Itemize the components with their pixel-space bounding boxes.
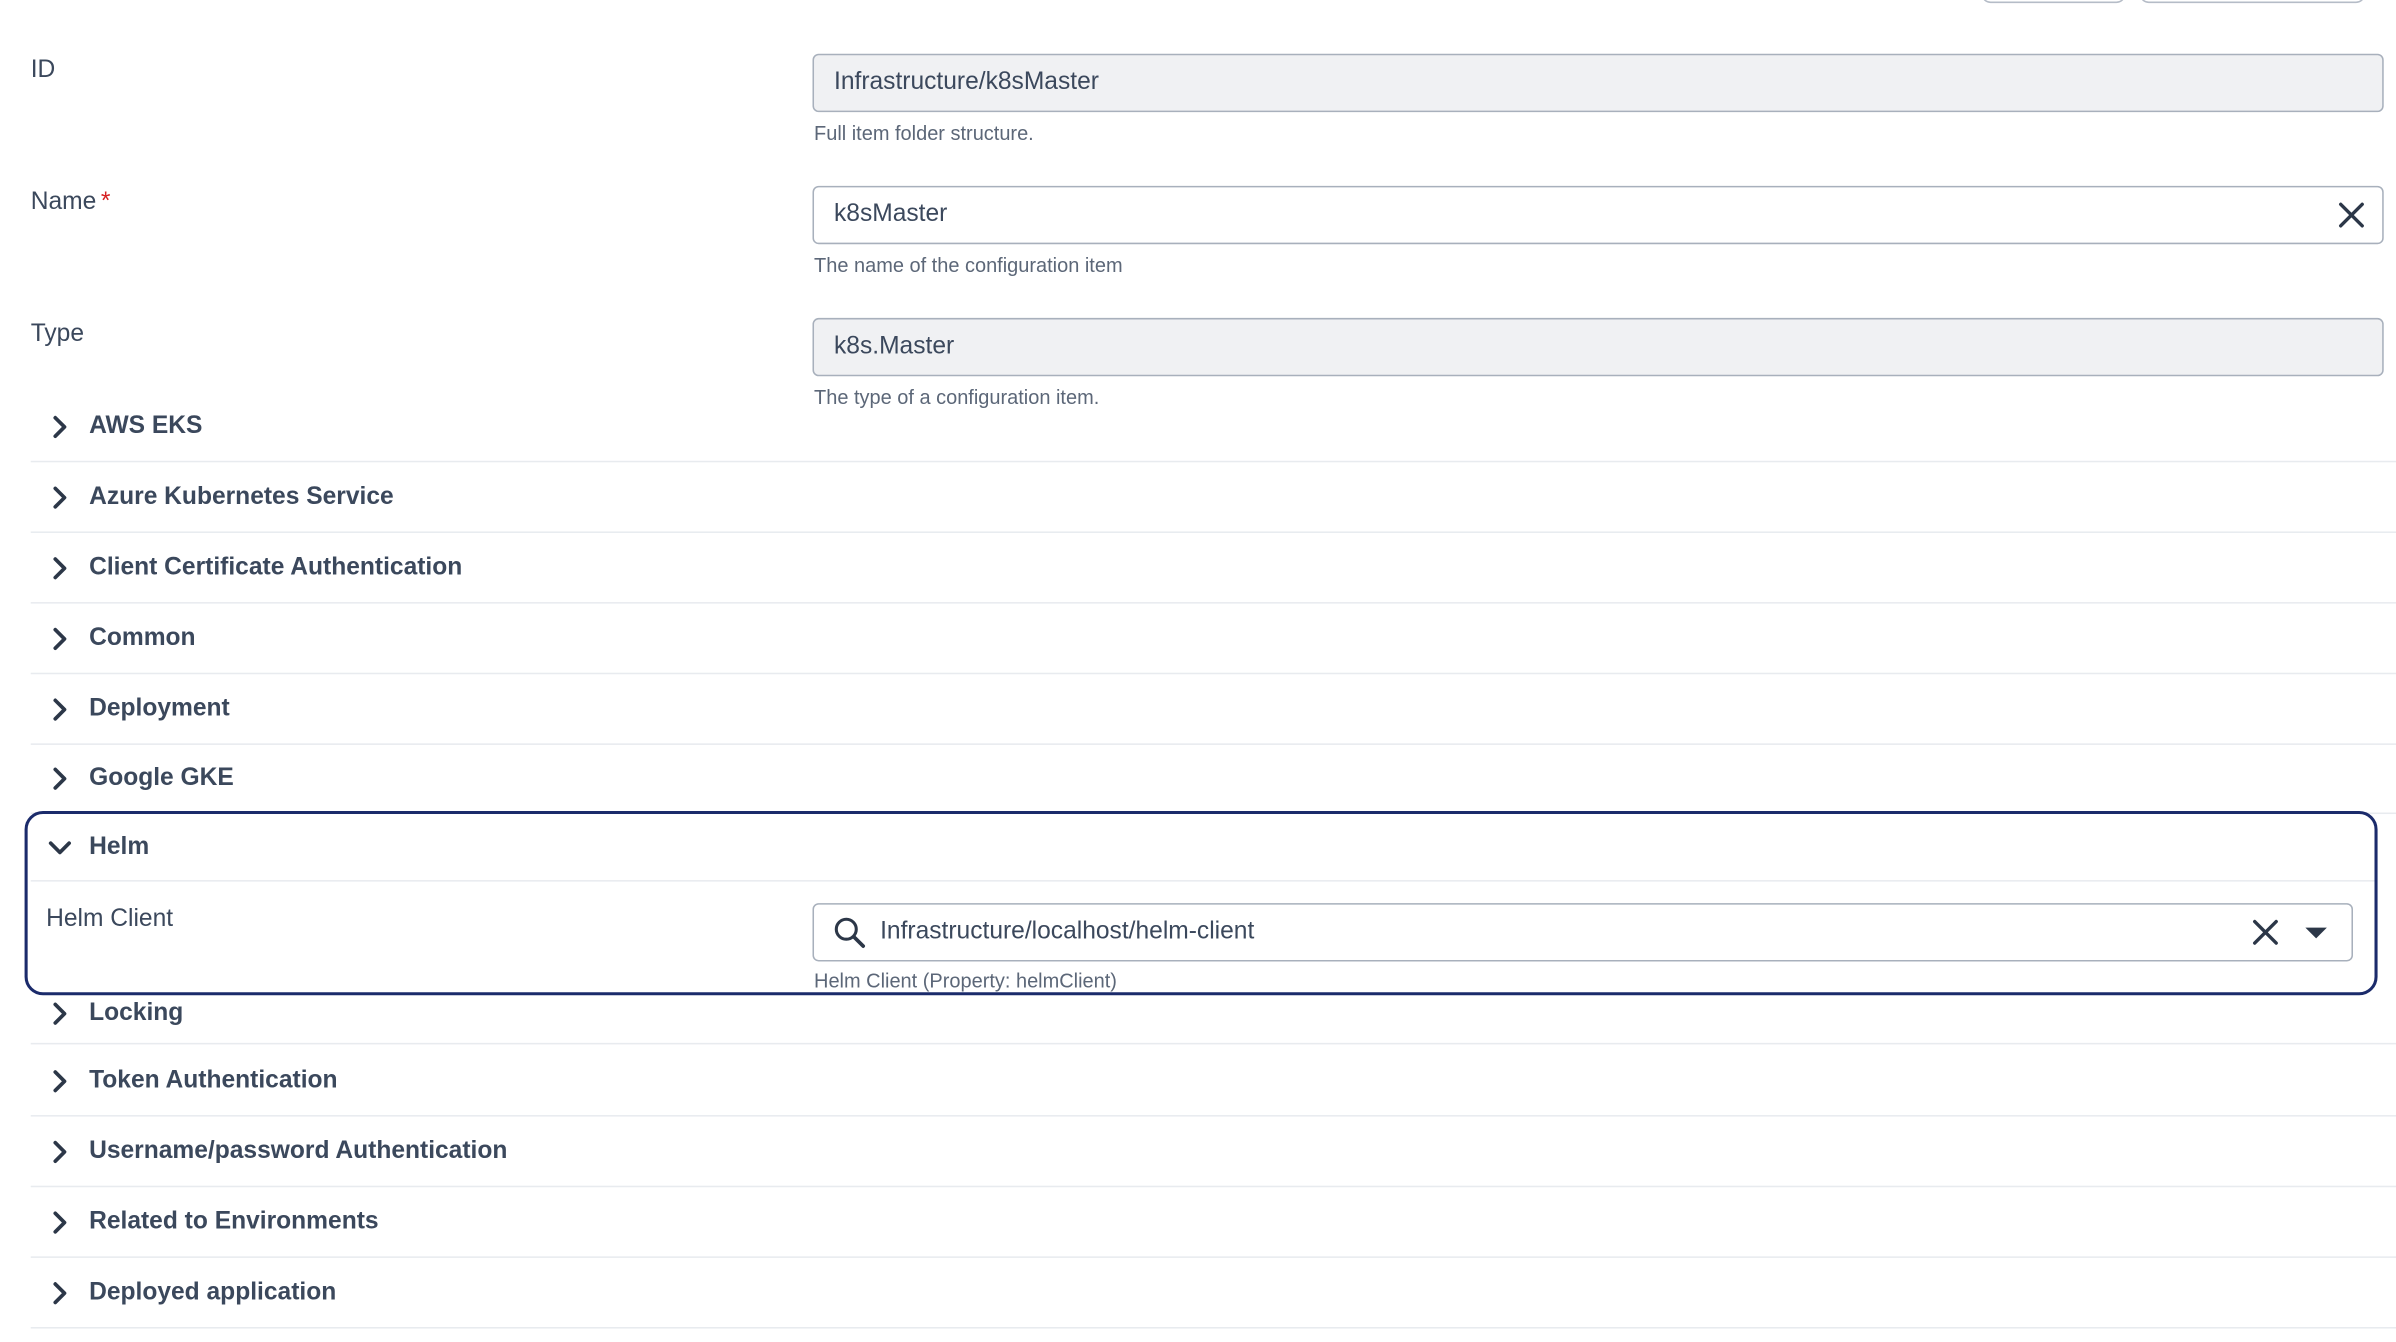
chevron-right-icon xyxy=(53,486,67,509)
id-value: Infrastructure/k8sMaster xyxy=(833,69,1099,96)
close-icon[interactable] xyxy=(2336,200,2367,231)
ci-properties-page: ID Infrastructure/k8sMaster Full item fo… xyxy=(0,0,2396,1342)
section-deployed-application[interactable]: Deployed application xyxy=(30,1259,2396,1329)
name-value: k8sMaster xyxy=(833,201,948,228)
section-client-certificate-authentication[interactable]: Client Certificate Authentication xyxy=(30,534,2396,604)
name-label: Name * xyxy=(31,189,111,217)
section-token-authentication[interactable]: Token Authentication xyxy=(30,1047,2396,1117)
section-title: Helm xyxy=(89,833,150,860)
name-input[interactable]: k8sMaster xyxy=(812,185,2384,245)
chevron-right-icon xyxy=(53,698,67,721)
id-label: ID xyxy=(30,56,56,83)
section-title: Common xyxy=(89,625,196,652)
section-title: Username/password Authentication xyxy=(89,1138,508,1165)
id-input: Infrastructure/k8sMaster xyxy=(812,53,2384,113)
chevron-right-icon xyxy=(53,1282,67,1305)
section-title: Locking xyxy=(89,999,184,1026)
chevron-right-icon xyxy=(53,1140,67,1163)
id-helper-text: Full item folder structure. xyxy=(814,121,1034,145)
type-input: k8s.Master xyxy=(812,317,2384,377)
section-username-password-authentication[interactable]: Username/password Authentication xyxy=(30,1118,2396,1188)
id-field-row: ID Infrastructure/k8sMaster Full item fo… xyxy=(30,53,2384,146)
required-mark: * xyxy=(100,188,111,216)
section-title: Client Certificate Authentication xyxy=(89,554,463,581)
section-title: Token Authentication xyxy=(89,1067,338,1094)
caret-down-icon[interactable] xyxy=(2302,918,2330,946)
section-helm[interactable]: Helm xyxy=(30,814,2375,882)
close-icon[interactable] xyxy=(2250,917,2281,948)
section-title: Azure Kubernetes Service xyxy=(89,483,394,510)
type-label: Type xyxy=(30,321,84,348)
search-icon xyxy=(834,917,866,948)
section-google-gke[interactable]: Google GKE xyxy=(30,745,2396,815)
section-title: Deployed application xyxy=(89,1279,337,1306)
section-title: Related to Environments xyxy=(89,1208,379,1235)
section-related-to-environments[interactable]: Related to Environments xyxy=(30,1189,2396,1258)
chevron-right-icon xyxy=(53,415,67,439)
helm-client-autocomplete[interactable]: Infrastructure/localhost/helm-client xyxy=(812,903,2353,962)
section-aws-eks[interactable]: AWS EKS xyxy=(30,393,2396,463)
chevron-right-icon xyxy=(53,557,67,580)
section-common[interactable]: Common xyxy=(30,605,2396,675)
helm-client-label: Helm Client xyxy=(46,906,174,933)
top-action-button-1[interactable] xyxy=(1981,0,2126,4)
top-action-button-2[interactable] xyxy=(2139,0,2366,4)
name-helper-text: The name of the configuration item xyxy=(814,253,1123,277)
name-label-text: Name xyxy=(30,188,97,216)
section-locking[interactable]: Locking xyxy=(30,977,2396,1045)
chevron-right-icon xyxy=(53,1211,67,1234)
section-azure-kubernetes-service[interactable]: Azure Kubernetes Service xyxy=(30,464,2396,533)
section-title: AWS EKS xyxy=(89,413,203,440)
section-deployment[interactable]: Deployment xyxy=(30,676,2396,745)
name-field-row: Name * k8sMaster The name of the configur… xyxy=(31,185,2384,278)
section-title: Deployment xyxy=(89,695,230,722)
chevron-right-icon xyxy=(53,767,67,790)
chevron-right-icon xyxy=(53,1002,67,1025)
chevron-right-icon xyxy=(53,1070,67,1093)
helm-client-value: Infrastructure/localhost/helm-client xyxy=(880,918,1255,945)
type-value: k8s.Master xyxy=(833,333,955,360)
chevron-right-icon xyxy=(53,627,67,650)
section-title: Google GKE xyxy=(89,764,234,791)
chevron-down-icon xyxy=(48,840,71,854)
